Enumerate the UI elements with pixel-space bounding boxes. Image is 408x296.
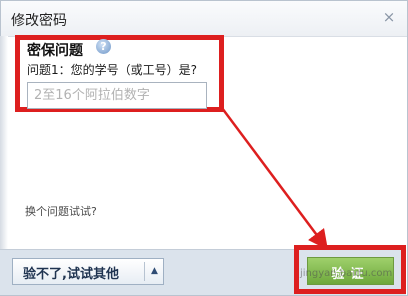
security-question-text: 问题1：您的学号（或工号）是? bbox=[27, 63, 198, 77]
try-other-method-button[interactable]: 验不了,试试其他 ▲ bbox=[12, 258, 164, 285]
left-edge-shade bbox=[0, 36, 8, 258]
switch-question-link[interactable]: 换个问题试试? bbox=[25, 203, 97, 219]
watermark-text: jingyan.baidu.com bbox=[300, 268, 393, 279]
close-icon[interactable]: × bbox=[381, 8, 397, 26]
security-question-heading: 密保问题 bbox=[27, 43, 83, 59]
answer-input[interactable] bbox=[27, 82, 207, 109]
dialog-title: 修改密码 bbox=[11, 13, 67, 29]
help-icon[interactable]: ? bbox=[96, 39, 111, 54]
try-other-method-label: 验不了,试试其他 bbox=[23, 267, 119, 282]
dialog-titlebar: 修改密码 × bbox=[1, 1, 407, 37]
arrow-up-icon[interactable]: ▲ bbox=[146, 259, 163, 284]
button-divider bbox=[144, 262, 145, 281]
